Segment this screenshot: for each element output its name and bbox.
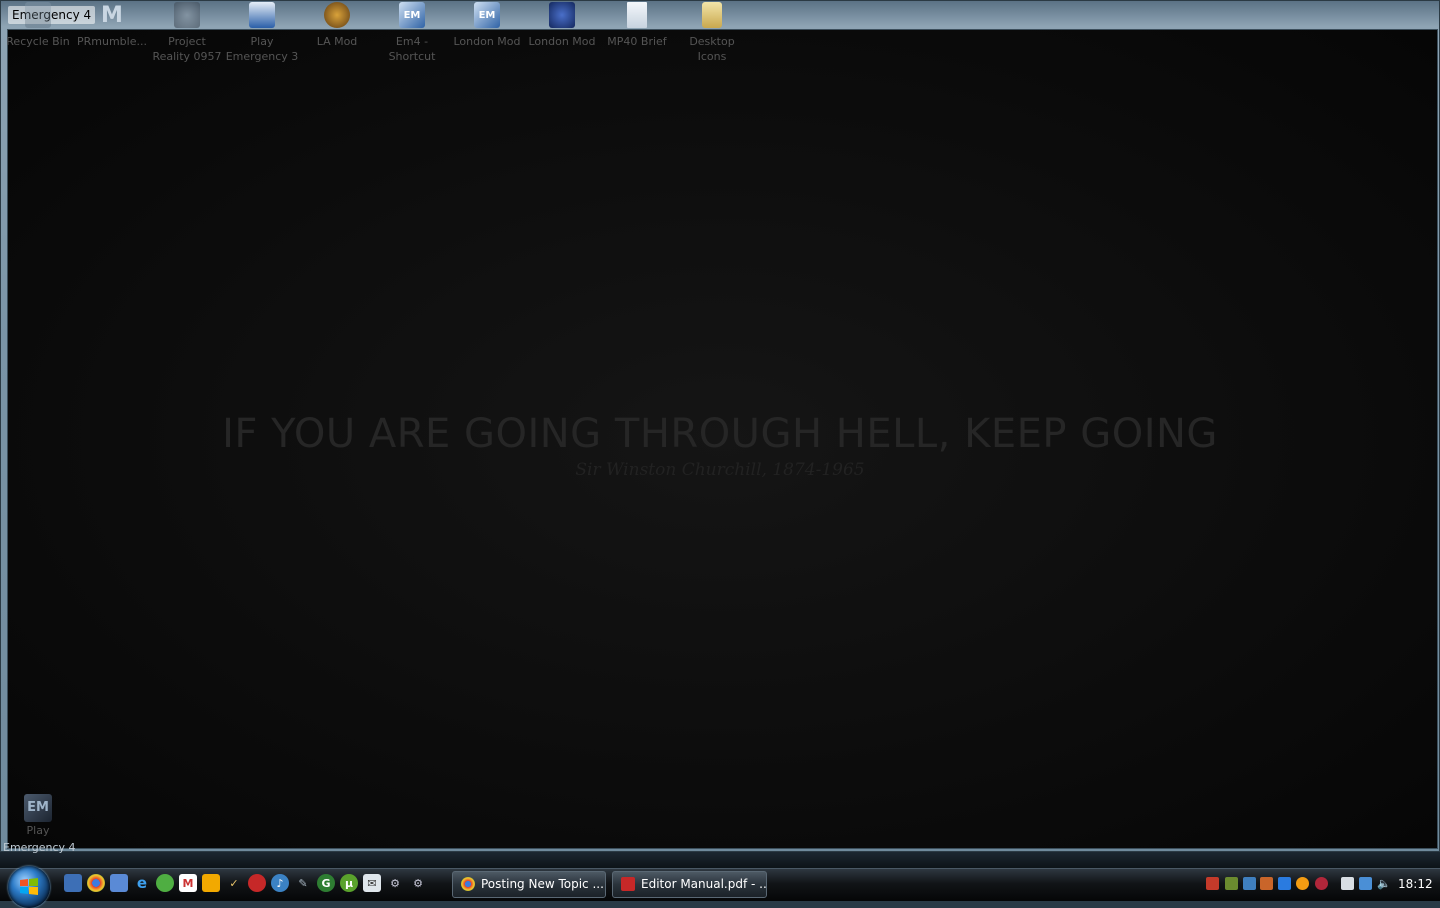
desktop-icon-em4-shortcut[interactable]: EM Em4 - Shortcut <box>374 2 450 64</box>
steam-icon[interactable]: ⚙ <box>409 874 427 892</box>
taskbar-clock[interactable]: 18:12 <box>1398 877 1433 891</box>
chrome-icon <box>461 877 475 891</box>
itunes-icon[interactable]: ♪ <box>271 874 289 892</box>
tray-antivirus-icon[interactable] <box>1206 877 1219 890</box>
winamp-icon[interactable]: ✓ <box>225 874 243 892</box>
tray-network-status-icon[interactable] <box>1243 877 1256 890</box>
mail-icon[interactable]: ✉ <box>363 874 381 892</box>
tray-bluetooth-icon[interactable] <box>1278 877 1291 890</box>
desktop-icon-label: Play Emergency 3 <box>225 35 299 63</box>
desktop-icon-desktop-icons[interactable]: Desktop Icons <box>674 2 750 64</box>
desktop-strip <box>0 852 1440 868</box>
tray-security-icon[interactable] <box>1225 877 1238 890</box>
desktop-icon-mp40-brief[interactable]: MP40 Brief <box>599 2 675 49</box>
desktop-icon-label: MP40 Brief <box>607 35 667 48</box>
desktop-icon-label: Play <box>26 824 50 837</box>
desktop-caption: Emergency 4 <box>3 841 76 854</box>
desktop-icon-label: Desktop Icons <box>689 35 735 63</box>
utorrent-icon[interactable]: µ <box>340 874 358 892</box>
london-mod-icon: EM <box>474 2 500 28</box>
pdf-icon <box>621 877 635 891</box>
tray-speaker-app-icon[interactable] <box>1260 877 1273 890</box>
text-document-icon <box>627 2 647 28</box>
wallpaper-quote: IF YOU ARE GOING THROUGH HELL, KEEP GOIN… <box>222 411 1218 457</box>
tools-icon[interactable]: ⚙ <box>386 874 404 892</box>
desktop-icon-prmumble[interactable]: M PRmumble... <box>74 2 150 49</box>
desktop-icon-label: PRmumble... <box>77 35 147 48</box>
recycle-bin-icon <box>25 2 51 28</box>
window-switcher-icon[interactable] <box>110 874 128 892</box>
desktop-icon-la-mod[interactable]: LA Mod <box>299 2 375 49</box>
desktop-icon-london-mod-1[interactable]: EM London Mod <box>449 2 525 49</box>
london-mod-icon <box>549 2 575 28</box>
internet-explorer-icon[interactable]: e <box>133 874 151 892</box>
desktop-icon-label: Em4 - Shortcut <box>388 35 436 63</box>
taskbar-item-chrome[interactable]: Posting New Topic ... <box>452 871 606 898</box>
pen-tool-icon[interactable]: ✎ <box>294 874 312 892</box>
desktop-icon-label: Project Reality 0957 <box>152 35 222 63</box>
emergency3-icon <box>249 2 275 28</box>
desktop-icon-london-mod-2[interactable]: London Mod <box>524 2 600 49</box>
desktop-icon-play[interactable]: EM Play <box>10 794 66 837</box>
g-app-icon[interactable]: G <box>317 874 335 892</box>
folder-icon <box>702 2 722 28</box>
taskbar-item-label: Editor Manual.pdf - ... <box>641 877 767 891</box>
chrome-icon[interactable] <box>87 874 105 892</box>
taskbar-item-pdf[interactable]: Editor Manual.pdf - ... <box>612 871 767 898</box>
desktop-icon-recycle-bin[interactable]: Recycle Bin <box>0 2 76 49</box>
windows-logo-icon <box>20 878 38 895</box>
gmail-icon[interactable]: M <box>179 874 197 892</box>
show-desktop-icon[interactable] <box>64 874 82 892</box>
taskbar-item-label: Posting New Topic ... <box>481 877 604 891</box>
media-player-icon[interactable] <box>202 874 220 892</box>
desktop-icon-play-emergency3[interactable]: Play Emergency 3 <box>224 2 300 64</box>
la-mod-icon <box>324 2 350 28</box>
desktop-icon-project-reality[interactable]: Project Reality 0957 <box>149 2 225 64</box>
em4-shortcut-icon: EM <box>399 2 425 28</box>
play-shortcut-icon: EM <box>24 794 52 822</box>
start-button[interactable] <box>8 866 50 908</box>
tray-network-icon[interactable] <box>1359 877 1372 890</box>
tray-device-icon[interactable] <box>1341 877 1354 890</box>
project-reality-icon <box>174 2 200 28</box>
red-app-icon[interactable] <box>248 874 266 892</box>
volume-icon[interactable]: 🔈 <box>1377 877 1391 890</box>
desktop-icon-label: Recycle Bin <box>6 35 70 48</box>
tray-app-icon[interactable] <box>1315 877 1328 890</box>
desktop-icon-label: London Mod <box>528 35 596 48</box>
desktop-icon-label: London Mod <box>453 35 521 48</box>
tray-update-icon[interactable] <box>1296 877 1309 890</box>
mumble-icon: M <box>101 2 123 28</box>
network-icon[interactable] <box>156 874 174 892</box>
desktop-icon-label: LA Mod <box>316 35 358 48</box>
wallpaper-attribution: Sir Winston Churchill, 1874-1965 <box>575 460 865 480</box>
